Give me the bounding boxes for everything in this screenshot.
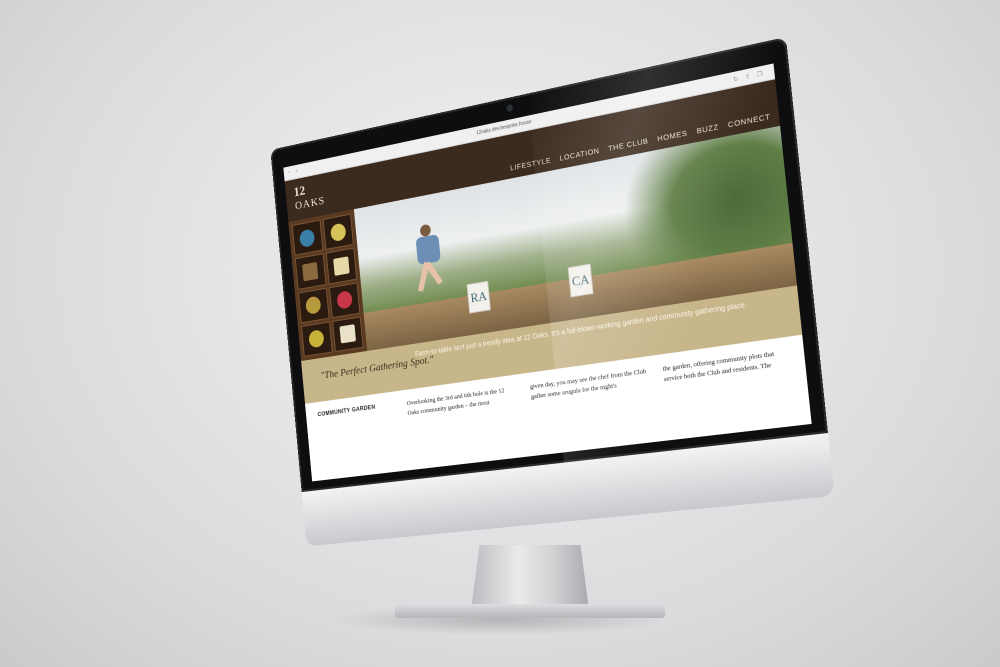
- photo-girl: [408, 221, 449, 295]
- tabs-icon[interactable]: ❐: [757, 70, 763, 79]
- garden-sign: RA: [466, 280, 491, 314]
- browser-nav-controls: ‹ ›: [289, 168, 302, 176]
- section-label: COMMUNITY GARDEN: [317, 404, 376, 419]
- back-arrow-icon[interactable]: ‹: [289, 170, 291, 176]
- shadowbox-cell: [294, 253, 326, 290]
- text-column: the garden, offering community plots tha…: [662, 350, 775, 383]
- site-logo[interactable]: 12 OAKS: [293, 181, 325, 212]
- monitor-bezel: ‹ › 12oaks.dev.bespoke.house ↻ ⇪ ❐ 12 OA…: [270, 36, 829, 493]
- nav-homes[interactable]: HOMES: [657, 128, 688, 143]
- nav-buzz[interactable]: BUZZ: [696, 122, 719, 136]
- text-column: given day, you may see the chef from the…: [529, 367, 647, 401]
- share-icon[interactable]: ⇪: [745, 72, 751, 80]
- monitor: ‹ › 12oaks.dev.bespoke.house ↻ ⇪ ❐ 12 OA…: [270, 36, 835, 548]
- reload-icon[interactable]: ↻: [733, 75, 739, 83]
- camera-icon: [506, 103, 514, 113]
- shadowbox-cell: [291, 219, 323, 256]
- shadowbox-cell: [298, 287, 330, 324]
- nav-location[interactable]: LOCATION: [559, 146, 600, 163]
- shadowbox-cell: [322, 213, 354, 251]
- nav-connect[interactable]: CONNECT: [727, 112, 770, 130]
- nav-the-club[interactable]: THE CLUB: [608, 136, 649, 153]
- browser-screen: ‹ › 12oaks.dev.bespoke.house ↻ ⇪ ❐ 12 OA…: [283, 63, 812, 482]
- garden-sign: CA: [567, 263, 594, 298]
- shadowbox-cell: [301, 321, 333, 357]
- scene: ‹ › 12oaks.dev.bespoke.house ↻ ⇪ ❐ 12 OA…: [0, 0, 1000, 667]
- shadowbox-cell: [328, 281, 361, 319]
- nav-lifestyle[interactable]: LIFESTYLE: [510, 155, 552, 172]
- section-heading: "The Perfect Gathering Spot.": [320, 353, 435, 382]
- forward-arrow-icon[interactable]: ›: [295, 169, 297, 175]
- shadowbox-cell: [331, 316, 364, 353]
- shadowbox-cell: [325, 247, 358, 285]
- text-column: Overlooking the 3rd and 6th hole is the …: [406, 387, 505, 417]
